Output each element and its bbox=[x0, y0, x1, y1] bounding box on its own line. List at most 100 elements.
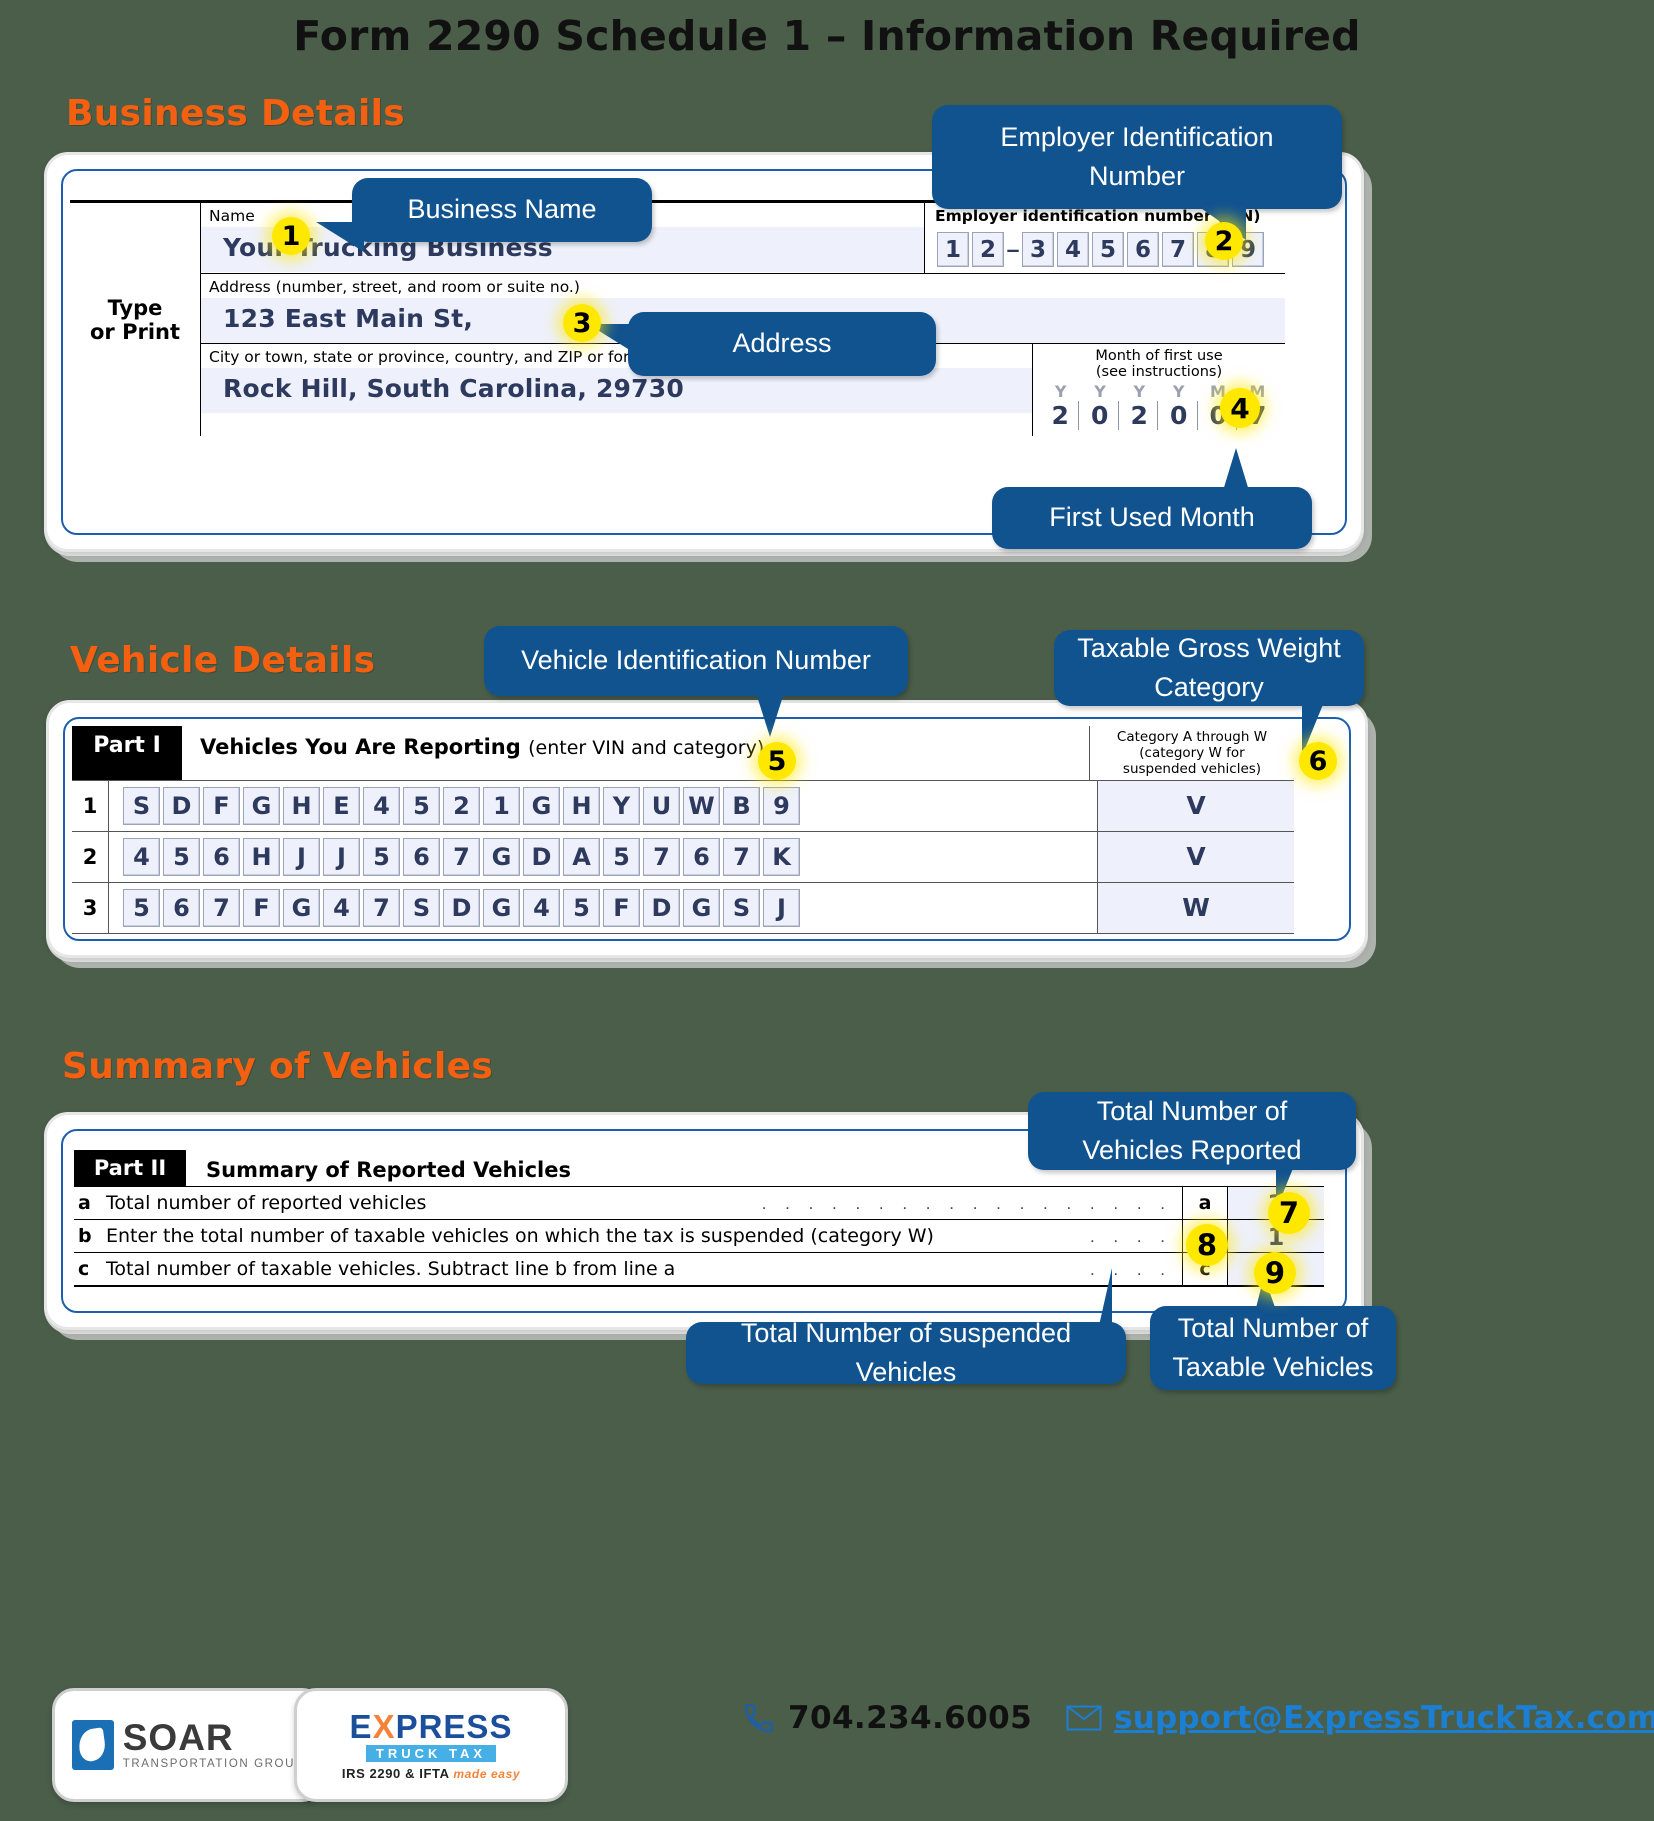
vin-character: 4 bbox=[363, 786, 400, 825]
month-first-use-digit: 2 bbox=[1042, 401, 1080, 431]
vehicle-category[interactable]: W bbox=[1097, 882, 1294, 933]
vehicle-row[interactable]: 3567FG47SDG45FDGSJW bbox=[72, 882, 1294, 934]
ett-wordmark: EXPRESS bbox=[350, 1710, 513, 1743]
type-or-print-label: Type or Print bbox=[70, 203, 201, 437]
vin-character: H bbox=[243, 837, 280, 876]
email-contact[interactable]: support@ExpressTruckTax.com bbox=[1066, 1700, 1654, 1736]
summary-row-key: a bbox=[1182, 1187, 1227, 1219]
vehicle-category[interactable]: V bbox=[1097, 780, 1294, 831]
vin-character: S bbox=[403, 888, 440, 927]
vin-character: G bbox=[683, 888, 720, 927]
phone-number: 704.234.6005 bbox=[788, 1700, 1033, 1736]
vehicle-details-card: Part I Vehicles You Are Reporting (enter… bbox=[46, 700, 1376, 968]
ein-digit: 7 bbox=[1162, 232, 1194, 267]
ett-tagline-italic: made easy bbox=[453, 1767, 521, 1781]
section-heading-business: Business Details bbox=[66, 93, 405, 134]
phone-icon bbox=[745, 1704, 773, 1732]
badge-7-text: 7 bbox=[1278, 1196, 1300, 1230]
vin-character: 5 bbox=[563, 888, 600, 927]
part-2-label: Part II bbox=[74, 1150, 186, 1186]
badge-9: 9 bbox=[1254, 1252, 1296, 1294]
month-first-use-letter: Y bbox=[1054, 382, 1067, 402]
vin-character: Y bbox=[603, 786, 640, 825]
section-heading-summary: Summary of Vehicles bbox=[62, 1046, 494, 1087]
ein-digit: 6 bbox=[1127, 232, 1159, 267]
vehicle-table-title: Vehicles You Are Reporting (enter VIN an… bbox=[182, 726, 1089, 780]
vin-character: J bbox=[763, 888, 800, 927]
badge-7: 7 bbox=[1268, 1192, 1310, 1234]
summary-row-text: Enter the total number of taxable vehicl… bbox=[106, 1225, 934, 1247]
vin-character: S bbox=[723, 888, 760, 927]
badge-3: 3 bbox=[563, 304, 601, 342]
vin-character: 7 bbox=[203, 888, 240, 927]
ett-subtitle: TRUCK TAX bbox=[365, 1745, 497, 1762]
phone-contact[interactable]: 704.234.6005 bbox=[742, 1700, 1032, 1736]
summary-row: a Total number of reported vehicles . . . … bbox=[74, 1187, 1324, 1220]
summary-table: Part II Summary of Reported Vehicles a To… bbox=[74, 1150, 1324, 1287]
vin-character: F bbox=[603, 888, 640, 927]
callout-suspended-tail bbox=[1098, 1268, 1112, 1330]
category-header-line1: Category A through W bbox=[1116, 729, 1268, 745]
callout-vin: Vehicle Identification Number bbox=[484, 626, 908, 696]
callout-business-name-tail bbox=[316, 222, 364, 252]
vin-character: W bbox=[683, 786, 720, 825]
vin-character: 5 bbox=[163, 837, 200, 876]
badge-1: 1 bbox=[272, 217, 310, 255]
vin-character: G bbox=[243, 786, 280, 825]
vin-character: J bbox=[323, 837, 360, 876]
callout-suspended: Total Number of suspended Vehicles bbox=[686, 1318, 1126, 1387]
vin-input[interactable]: 456HJJ567GDA5767K bbox=[109, 832, 1097, 882]
vehicle-table-title-main: Vehicles You Are Reporting bbox=[200, 735, 521, 759]
vin-character: H bbox=[563, 786, 600, 825]
callout-taxable: Total Number of Taxable Vehicles bbox=[1150, 1306, 1396, 1390]
callout-suspended-text: Total Number of suspended Vehicles bbox=[740, 1317, 1072, 1387]
vin-character: 5 bbox=[603, 837, 640, 876]
vehicle-row[interactable]: 1SDFGHE4521GHYUWB9V bbox=[72, 780, 1294, 832]
vin-character: D bbox=[443, 888, 480, 927]
callout-business-name-text: Business Name bbox=[407, 194, 597, 225]
vin-input[interactable]: SDFGHE4521GHYUWB9 bbox=[109, 781, 1097, 831]
footer-logos: SOAR TRANSPORTATION GROUP EXPRESS TRUCK … bbox=[52, 1688, 568, 1808]
express-truck-tax-logo: EXPRESS TRUCK TAX IRS 2290 & IFTA made e… bbox=[294, 1688, 568, 1802]
badge-5: 5 bbox=[758, 742, 796, 780]
vehicle-rows: 1SDFGHE4521GHYUWB9V2456HJJ567GDA5767KV35… bbox=[72, 780, 1294, 934]
ein-digit: 3 bbox=[1022, 232, 1054, 267]
callout-taxable-text: Total Number of Taxable Vehicles bbox=[1172, 1312, 1374, 1382]
vin-character: 6 bbox=[203, 837, 240, 876]
address-label: Address (number, street, and room or sui… bbox=[201, 274, 1285, 298]
vehicle-category[interactable]: V bbox=[1097, 831, 1294, 882]
vin-character: F bbox=[243, 888, 280, 927]
vin-character: 7 bbox=[363, 888, 400, 927]
vin-character: A bbox=[563, 837, 600, 876]
badge-8-text: 8 bbox=[1196, 1228, 1218, 1262]
vin-character: D bbox=[163, 786, 200, 825]
vin-input[interactable]: 567FG47SDG45FDGSJ bbox=[109, 883, 1097, 933]
summary-row: c Total number of taxable vehicles. Subtr… bbox=[74, 1253, 1324, 1287]
month-first-use-digit: 2 bbox=[1121, 401, 1159, 431]
month-first-use-digit: 0 bbox=[1161, 401, 1198, 431]
callout-business-name: Business Name bbox=[352, 178, 652, 242]
part-1-label: Part I bbox=[72, 726, 182, 780]
vehicle-row[interactable]: 2456HJJ567GDA5767KV bbox=[72, 831, 1294, 883]
badge-8: 8 bbox=[1186, 1224, 1228, 1266]
ett-word-rest: PRESS bbox=[395, 1708, 513, 1745]
vin-character: 1 bbox=[483, 786, 520, 825]
vin-character: 7 bbox=[723, 837, 760, 876]
vin-character: 7 bbox=[443, 837, 480, 876]
vehicle-table-title-note: (enter VIN and category) bbox=[528, 737, 765, 759]
vin-character: G bbox=[483, 888, 520, 927]
summary-rows: a Total number of reported vehicles . . . … bbox=[74, 1187, 1324, 1287]
envelope-icon bbox=[1066, 1705, 1102, 1731]
callout-total-reported-text: Total Number of Vehicles Reported bbox=[1082, 1095, 1302, 1165]
callout-vin-tail bbox=[756, 693, 784, 737]
vin-character: 6 bbox=[163, 888, 200, 927]
summary-row: b Enter the total number of taxable vehic… bbox=[74, 1220, 1324, 1253]
vin-character: U bbox=[643, 786, 680, 825]
vehicle-row-number: 2 bbox=[72, 831, 109, 882]
vin-character: G bbox=[283, 888, 320, 927]
vin-character: K bbox=[763, 837, 800, 876]
ein-digit: 5 bbox=[1092, 232, 1124, 267]
leader-dots: . . . . bbox=[1089, 1227, 1172, 1246]
ein-digit: 1 bbox=[937, 232, 969, 267]
type-line-1: Type bbox=[107, 295, 163, 320]
